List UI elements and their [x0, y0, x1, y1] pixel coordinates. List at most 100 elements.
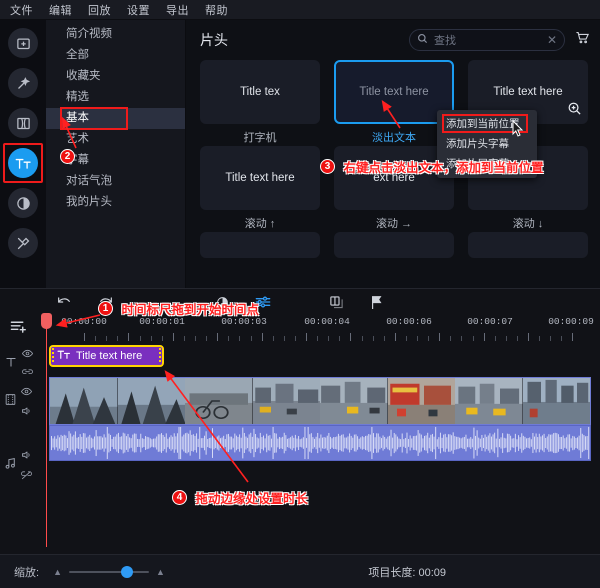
category-item-all[interactable]: 全部 [46, 45, 185, 66]
timeline-tracks: Title text here [0, 341, 600, 521]
template-card-scroll-up[interactable]: Title text here 滚动 ↑ [200, 146, 320, 230]
page-title: 片头 [200, 32, 228, 48]
category-label: 收藏夹 [66, 70, 101, 82]
category-item-my-intro[interactable]: 我的片头 [46, 192, 185, 213]
zoom-label: 缩放: [14, 566, 40, 579]
menu-item-settings[interactable]: 设置 [127, 2, 150, 18]
content-panel: 片头 查找 ✕ Title tex 打字机 Title text here 淡出… [186, 20, 600, 288]
color-filter-icon[interactable] [8, 188, 38, 218]
context-menu-item-add-ending-title[interactable]: 添加片尾字幕 [437, 154, 537, 174]
zoom-in-icon[interactable]: ▲ [156, 567, 165, 577]
template-card-r3c3[interactable] [468, 232, 588, 258]
category-item-art[interactable]: 艺术 [46, 129, 185, 150]
marker-flag-icon[interactable] [370, 295, 383, 310]
category-item-favorites[interactable]: 收藏夹 [46, 66, 185, 87]
track-header-column [0, 341, 46, 521]
template-label: 滚动 ↓ [512, 218, 544, 230]
track-header-video [4, 383, 33, 421]
redo-icon[interactable] [98, 295, 114, 309]
menu-bar: 文件 编辑 回放 设置 导出 帮助 [0, 0, 600, 20]
playhead[interactable] [41, 313, 52, 547]
template-preview [334, 232, 454, 258]
menu-item-edit[interactable]: 编辑 [49, 2, 72, 18]
cart-icon[interactable] [575, 30, 590, 50]
template-card-r3c2[interactable] [334, 232, 454, 258]
template-card-fade-text[interactable]: Title text here 淡出文本 [334, 60, 454, 144]
clip-left-handle[interactable] [52, 348, 54, 364]
clip-right-handle[interactable] [159, 348, 161, 364]
clear-icon[interactable]: ✕ [547, 34, 557, 46]
adjust-sliders-icon[interactable] [255, 295, 271, 309]
undo-icon[interactable] [56, 295, 72, 309]
search-input[interactable]: 查找 ✕ [409, 29, 565, 51]
audio-waveform [50, 426, 590, 460]
timeline-ruler[interactable]: 00:00:00 00:00:01 00:00:03 00:00:04 00:0… [46, 315, 600, 341]
content-header: 片头 查找 ✕ [186, 20, 600, 60]
template-card-r3c1[interactable] [200, 232, 320, 258]
category-item-speech-bubble[interactable]: 对话气泡 [46, 171, 185, 192]
category-label: 字幕 [66, 154, 89, 166]
category-item-subtitle[interactable]: 字幕 [46, 150, 185, 171]
video-clip[interactable] [49, 377, 591, 425]
title-clip[interactable]: Title text here [49, 345, 164, 367]
magic-wand-icon[interactable] [8, 68, 38, 98]
eye-icon[interactable] [20, 383, 33, 401]
menu-item-playback[interactable]: 回放 [88, 2, 111, 18]
track-header-audio [4, 447, 32, 485]
speaker-icon[interactable] [21, 447, 32, 465]
category-item-intro[interactable]: 简介视频 [46, 24, 185, 45]
playhead-handle[interactable] [41, 313, 52, 329]
link-icon[interactable] [22, 365, 33, 383]
mouse-cursor-icon [512, 119, 524, 142]
unlink-icon[interactable] [21, 467, 32, 485]
video-thumbnail [387, 378, 455, 424]
eye-icon[interactable] [21, 345, 34, 363]
zoom-in-icon[interactable] [567, 101, 582, 121]
ruler-label: 00:00:04 [304, 316, 350, 327]
zoom-slider[interactable]: ▲ ▲ [53, 565, 165, 578]
music-note-icon [4, 457, 17, 475]
title-text-icon[interactable] [3, 143, 43, 183]
split-clip-icon[interactable] [329, 295, 344, 310]
audio-clip[interactable] [49, 425, 591, 461]
menu-item-export[interactable]: 导出 [166, 2, 189, 18]
zoom-slider-track[interactable] [68, 565, 149, 578]
template-grid-row-1: Title tex 打字机 Title text here 淡出文本 Title… [186, 60, 600, 144]
video-track-toggles [20, 383, 33, 421]
template-label: 滚动 ↑ [244, 218, 276, 230]
app-window: 文件 编辑 回放 设置 导出 帮助 简介视频 全部 收藏夹 精选 基本 艺术 字… [0, 0, 600, 588]
template-card-typewriter[interactable]: Title tex 打字机 [200, 60, 320, 144]
category-item-featured[interactable]: 精选 [46, 87, 185, 108]
category-list: 简介视频 全部 收藏夹 精选 基本 艺术 字幕 对话气泡 我的片头 [46, 20, 186, 288]
template-card-scroll-right[interactable]: ext here 滚动 → [334, 146, 454, 230]
template-preview [468, 232, 588, 258]
contrast-icon[interactable] [216, 296, 229, 309]
template-label: 滚动 → [375, 218, 413, 230]
video-thumbnail [320, 378, 388, 424]
left-icon-rail [0, 20, 46, 288]
zoom-out-icon[interactable]: ▲ [53, 567, 62, 577]
transition-icon[interactable] [8, 108, 38, 138]
timeline-panel: 00:00:00 00:00:01 00:00:03 00:00:04 00:0… [0, 288, 600, 554]
template-preview: Title tex [200, 60, 320, 124]
text-track-toggles [21, 345, 34, 383]
context-menu-label: 添加到当前位置 [446, 118, 520, 130]
category-label: 简介视频 [66, 28, 112, 40]
template-label: 淡出文本 [372, 132, 416, 144]
template-preview: Title text here [334, 60, 454, 124]
ruler-label: 00:00:06 [386, 316, 432, 327]
category-item-basic[interactable]: 基本 [46, 107, 185, 130]
text-track-icon [4, 355, 18, 374]
tools-icon[interactable] [8, 228, 38, 258]
speaker-icon[interactable] [21, 403, 32, 421]
menu-item-file[interactable]: 文件 [10, 2, 33, 18]
menu-item-help[interactable]: 帮助 [205, 2, 228, 18]
template-grid-row-3 [186, 232, 600, 258]
video-thumbnail [50, 378, 118, 424]
context-menu-label: 添加片头字幕 [446, 138, 509, 150]
search-placeholder: 查找 [434, 35, 456, 47]
zoom-slider-knob[interactable] [120, 565, 133, 578]
import-media-icon[interactable] [8, 28, 38, 58]
add-track-icon[interactable] [10, 319, 27, 339]
track-header-text [4, 345, 34, 383]
